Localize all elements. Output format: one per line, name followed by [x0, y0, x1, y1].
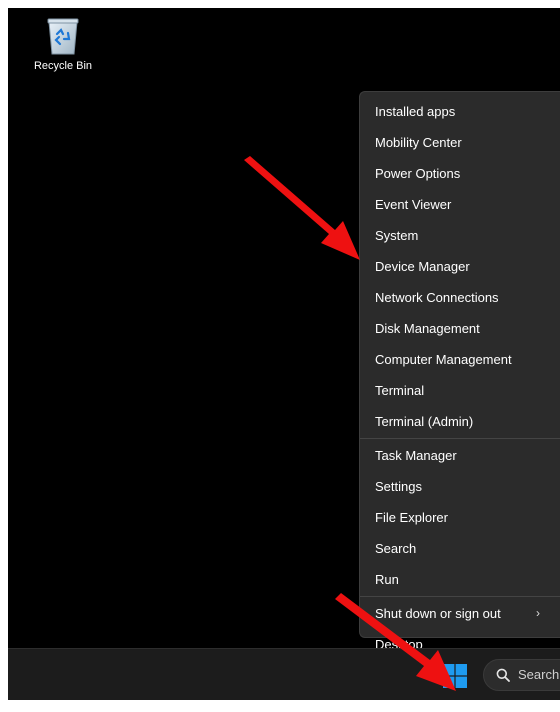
search-label: Search [518, 667, 560, 682]
menu-item-run[interactable]: Run [360, 564, 560, 595]
winx-context-menu: Installed apps Mobility Center Power Opt… [359, 91, 560, 652]
menu-item-event-viewer[interactable]: Event Viewer [360, 189, 560, 220]
taskbar-search-box[interactable]: Search [483, 659, 560, 691]
start-button[interactable] [442, 663, 468, 689]
windows-start-icon [443, 664, 467, 688]
menu-item-terminal-admin[interactable]: Terminal (Admin) [360, 406, 560, 437]
desktop: Recycle Bin Installed apps Mobility Cent… [8, 8, 560, 700]
red-arrow-annotation [244, 156, 360, 260]
recycle-bin-icon [47, 18, 79, 55]
menu-item-search[interactable]: Search [360, 533, 560, 564]
menu-item-file-explorer[interactable]: File Explorer [360, 502, 560, 533]
search-icon [496, 668, 510, 682]
recycle-bin-label: Recycle Bin [33, 60, 93, 72]
menu-item-network-connections[interactable]: Network Connections [360, 282, 560, 313]
menu-separator [360, 438, 560, 439]
recycle-bin-shortcut[interactable]: Recycle Bin [28, 14, 98, 72]
menu-item-settings[interactable]: Settings [360, 471, 560, 502]
menu-item-computer-management[interactable]: Computer Management [360, 344, 560, 375]
menu-item-task-manager[interactable]: Task Manager [360, 440, 560, 471]
menu-item-mobility-center[interactable]: Mobility Center [360, 127, 560, 158]
menu-item-installed-apps[interactable]: Installed apps [360, 96, 560, 127]
menu-item-disk-management[interactable]: Disk Management [360, 313, 560, 344]
taskbar: Search [8, 648, 560, 700]
menu-item-shut-down-or-sign-out[interactable]: Shut down or sign out › [360, 598, 560, 629]
menu-item-device-manager[interactable]: Device Manager [360, 251, 560, 282]
chevron-right-icon: › [536, 606, 540, 620]
menu-item-terminal[interactable]: Terminal [360, 375, 560, 406]
menu-item-system[interactable]: System [360, 220, 560, 251]
menu-item-power-options[interactable]: Power Options [360, 158, 560, 189]
screenshot-frame: Recycle Bin Installed apps Mobility Cent… [0, 0, 560, 712]
menu-separator [360, 596, 560, 597]
menu-item-label: Shut down or sign out [375, 606, 501, 621]
